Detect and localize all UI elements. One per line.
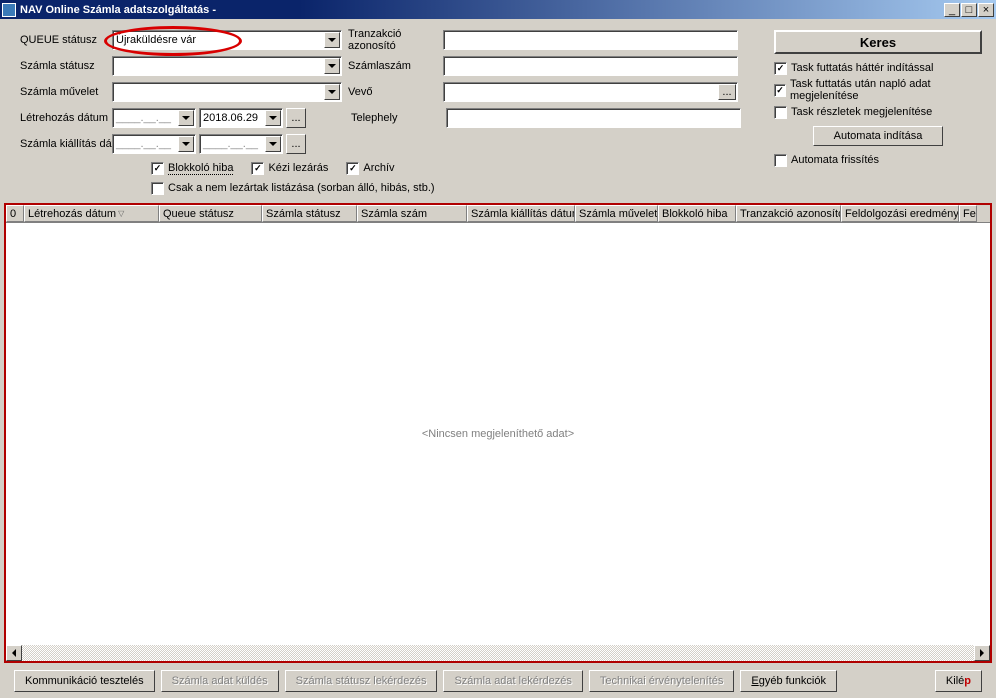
queue-status-combo[interactable]: Újraküldésre vár — [112, 30, 342, 50]
chevron-down-icon[interactable] — [178, 110, 194, 126]
scroll-track[interactable] — [22, 645, 974, 661]
szamla-status-lekerdezes-button: Számla státusz lekérdezés — [285, 670, 438, 692]
scroll-left-button[interactable] — [6, 645, 22, 661]
chevron-down-icon[interactable] — [324, 58, 340, 74]
grid-column-header[interactable]: Tranzakció azonosító — [736, 205, 841, 222]
szamla-status-combo[interactable] — [112, 56, 342, 76]
grid-column-header[interactable]: Számla státusz — [262, 205, 357, 222]
horizontal-scrollbar[interactable] — [6, 645, 990, 661]
archiv-checkbox[interactable] — [346, 162, 359, 175]
szamla-adat-kuldes-button: Számla adat küldés — [161, 670, 279, 692]
grid-column-header[interactable]: Számla kiállítás dátum — [467, 205, 575, 222]
chevron-down-icon[interactable] — [178, 136, 194, 152]
szamla-muvelet-combo[interactable] — [112, 82, 342, 102]
kezi-lezaras-checkbox[interactable] — [251, 162, 264, 175]
grid-header-row: 0Létrehozás dátum▽Queue státuszSzámla st… — [6, 205, 990, 223]
csak-nem-lezartak-label: Csak a nem lezártak listázása (sorban ál… — [168, 182, 435, 194]
chevron-down-icon[interactable] — [265, 110, 281, 126]
grid-column-header[interactable]: Számla szám — [357, 205, 467, 222]
queue-status-value: Újraküldésre vár — [116, 34, 338, 46]
bottom-toolbar: Kommunikáció tesztelés Számla adat küldé… — [0, 670, 996, 692]
task-hatter-label: Task futtatás háttér indítással — [791, 62, 933, 74]
szamlaszam-label: Számlaszám — [348, 60, 440, 72]
archiv-label: Archív — [363, 162, 394, 174]
vevo-label: Vevő — [348, 86, 440, 98]
app-icon — [2, 3, 16, 17]
letrehozas-from-date[interactable]: ____.__.__ — [112, 108, 196, 128]
grid-column-header[interactable]: Fe — [959, 205, 977, 222]
scroll-right-button[interactable] — [974, 645, 990, 661]
grid-column-header[interactable]: Számla művelet — [575, 205, 658, 222]
grid-empty-text: <Nincsen megjeleníthető adat> — [6, 223, 990, 645]
szamla-adat-lekerdezes-button: Számla adat lekérdezés — [443, 670, 582, 692]
letrehozas-to-date[interactable]: 2018.06.29 — [199, 108, 283, 128]
egyeb-funkciok-button[interactable]: Egyéb funkciók — [740, 670, 837, 692]
chevron-down-icon[interactable] — [265, 136, 281, 152]
szamla-muvelet-label: Számla művelet — [20, 86, 112, 98]
date-helper-button[interactable]: ... — [286, 108, 306, 128]
task-reszletek-checkbox[interactable] — [774, 106, 787, 119]
vevo-input[interactable]: ... — [443, 82, 738, 102]
date-helper-button-2[interactable]: ... — [286, 134, 306, 154]
automata-inditasa-button[interactable]: Automata indítása — [813, 126, 943, 146]
blokkolo-hiba-label: Blokkoló hiba — [168, 162, 233, 175]
kiallitas-from-date[interactable]: ____.__.__ — [112, 134, 196, 154]
blokkolo-hiba-checkbox[interactable] — [151, 162, 164, 175]
technikai-ervenytelenites-button: Technikai érvénytelenítés — [589, 670, 735, 692]
close-button[interactable]: × — [978, 3, 994, 17]
window-titlebar: NAV Online Számla adatszolgáltatás - _ □… — [0, 0, 996, 19]
keres-button[interactable]: Keres — [774, 30, 982, 54]
grid-column-header[interactable]: Létrehozás dátum▽ — [24, 205, 159, 222]
task-naplo-label: Task futtatás után napló adat megjelenít… — [790, 78, 982, 102]
tranzakcio-input[interactable] — [443, 30, 738, 50]
grid-column-header[interactable]: Feldolgozási eredmény — [841, 205, 959, 222]
sort-indicator-icon: ▽ — [118, 209, 124, 218]
kommunikacio-teszteles-button[interactable]: Kommunikáció tesztelés — [14, 670, 155, 692]
automata-frissites-label: Automata frissítés — [791, 154, 879, 166]
kiallitas-to-date[interactable]: ____.__.__ — [199, 134, 283, 154]
chevron-down-icon[interactable] — [324, 32, 340, 48]
grid-column-header[interactable]: Queue státusz — [159, 205, 262, 222]
window-title: NAV Online Számla adatszolgáltatás - — [20, 4, 944, 16]
task-hatter-checkbox[interactable] — [774, 62, 787, 75]
grid-column-header[interactable]: Blokkoló hiba — [658, 205, 736, 222]
data-grid: 0Létrehozás dátum▽Queue státuszSzámla st… — [4, 203, 992, 663]
task-reszletek-label: Task részletek megjelenítése — [791, 106, 932, 118]
task-naplo-checkbox[interactable] — [774, 84, 786, 97]
szamlaszam-input[interactable] — [443, 56, 738, 76]
telephely-input[interactable] — [446, 108, 741, 128]
telephely-label: Telephely — [351, 112, 443, 124]
tranzakcio-label: Tranzakció azonosító — [348, 28, 440, 52]
grid-column-header[interactable]: 0 — [6, 205, 24, 222]
kezi-lezaras-label: Kézi lezárás — [268, 162, 328, 174]
maximize-button[interactable]: □ — [961, 3, 977, 17]
szamla-status-label: Számla státusz — [20, 60, 112, 72]
queue-status-label: QUEUE státusz — [20, 34, 112, 46]
kilep-button[interactable]: Kilép — [935, 670, 982, 692]
csak-nem-lezartak-checkbox[interactable] — [151, 182, 164, 195]
minimize-button[interactable]: _ — [944, 3, 960, 17]
automata-frissites-checkbox[interactable] — [774, 154, 787, 167]
right-actions-panel: Keres Task futtatás háttér indítással Ta… — [774, 30, 982, 168]
vevo-lookup-button[interactable]: ... — [718, 84, 736, 100]
chevron-down-icon[interactable] — [324, 84, 340, 100]
letrehozas-label: Létrehozás dátum — [20, 112, 112, 124]
